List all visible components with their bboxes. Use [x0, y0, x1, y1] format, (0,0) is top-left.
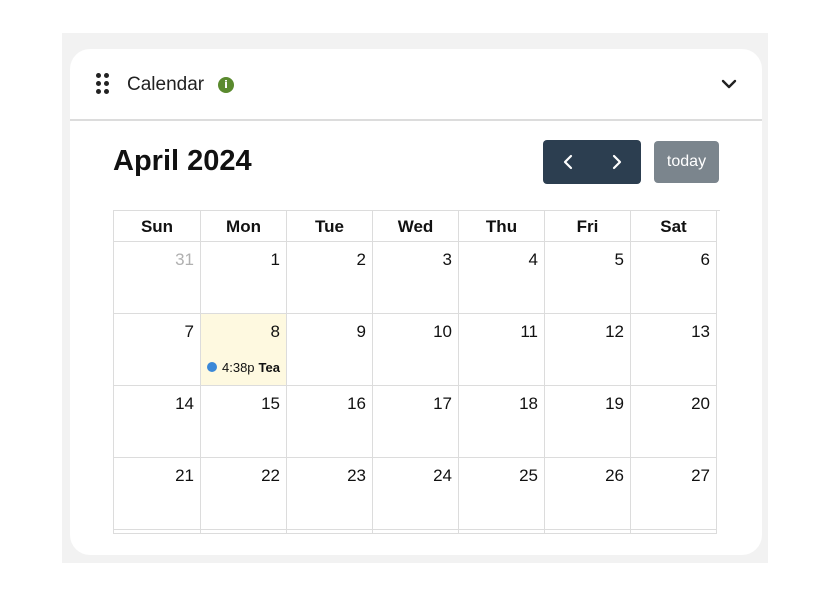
month-nav-group: [543, 140, 641, 184]
day-cell: [201, 530, 287, 534]
weekday-header: Fri: [545, 211, 631, 242]
calendar-month-title: April 2024: [113, 145, 252, 177]
day-number[interactable]: 14: [175, 394, 194, 414]
day-cell[interactable]: 16: [287, 386, 373, 458]
day-cell[interactable]: 25: [459, 458, 545, 530]
chevron-right-icon: [612, 154, 621, 170]
calendar-week-row: 7 8 4:38p Tea 9 10 11 12 13: [114, 314, 720, 386]
event-time: 4:38p: [222, 359, 255, 375]
weekday-header: Tue: [287, 211, 373, 242]
day-cell[interactable]: 21: [114, 458, 201, 530]
chevron-left-icon: [563, 154, 572, 170]
day-number[interactable]: 21: [175, 466, 194, 486]
day-cell: [114, 530, 201, 534]
calendar-week-row: 31 1 2 3 4 5 6: [114, 242, 720, 314]
day-cell[interactable]: 12: [545, 314, 631, 386]
day-cell[interactable]: 23: [287, 458, 373, 530]
day-cell[interactable]: 26: [545, 458, 631, 530]
day-number[interactable]: 27: [691, 466, 710, 486]
day-number[interactable]: 3: [443, 250, 452, 270]
day-number[interactable]: 9: [357, 322, 366, 342]
weekday-header-row: Sun Mon Tue Wed Thu Fri Sat: [114, 211, 720, 242]
day-cell[interactable]: 5: [545, 242, 631, 314]
next-month-button[interactable]: [592, 140, 641, 184]
day-cell[interactable]: 18: [459, 386, 545, 458]
day-number[interactable]: 13: [691, 322, 710, 342]
day-cell[interactable]: 14: [114, 386, 201, 458]
weekday-header: Wed: [373, 211, 459, 242]
day-number[interactable]: 20: [691, 394, 710, 414]
info-icon[interactable]: i: [218, 77, 234, 93]
event-title: Tea: [258, 359, 280, 375]
calendar-event[interactable]: 4:38p Tea: [207, 358, 285, 376]
day-number[interactable]: 24: [433, 466, 452, 486]
day-number[interactable]: 31: [175, 250, 194, 270]
day-cell[interactable]: 22: [201, 458, 287, 530]
day-number[interactable]: 26: [605, 466, 624, 486]
day-cell: [545, 530, 631, 534]
day-number[interactable]: 22: [261, 466, 280, 486]
weekday-header: Sun: [114, 211, 201, 242]
day-cell[interactable]: 9: [287, 314, 373, 386]
day-number[interactable]: 12: [605, 322, 624, 342]
day-cell[interactable]: 24: [373, 458, 459, 530]
weekday-header: Mon: [201, 211, 287, 242]
day-cell[interactable]: 6: [631, 242, 717, 314]
day-cell[interactable]: 10: [373, 314, 459, 386]
day-cell[interactable]: 2: [287, 242, 373, 314]
calendar-week-row: 21 22 23 24 25 26 27: [114, 458, 720, 530]
prev-month-button[interactable]: [543, 140, 592, 184]
day-cell: [287, 530, 373, 534]
day-cell[interactable]: 31: [114, 242, 201, 314]
day-number[interactable]: 16: [347, 394, 366, 414]
day-cell[interactable]: 1: [201, 242, 287, 314]
day-cell[interactable]: 3: [373, 242, 459, 314]
calendar-widget: Calendar i April 2024 today Sun Mon Tue …: [70, 49, 762, 555]
today-button[interactable]: today: [654, 141, 719, 183]
day-cell[interactable]: 13: [631, 314, 717, 386]
widget-header: Calendar i: [70, 49, 762, 121]
calendar-week-row: 14 15 16 17 18 19 20: [114, 386, 720, 458]
day-cell[interactable]: 19: [545, 386, 631, 458]
day-cell: [373, 530, 459, 534]
day-number[interactable]: 2: [357, 250, 366, 270]
day-cell[interactable]: 7: [114, 314, 201, 386]
day-number[interactable]: 1: [271, 250, 280, 270]
weekday-header: Thu: [459, 211, 545, 242]
day-cell: [459, 530, 545, 534]
day-number[interactable]: 6: [701, 250, 710, 270]
day-cell[interactable]: 27: [631, 458, 717, 530]
calendar-grid: Sun Mon Tue Wed Thu Fri Sat 31 1 2 3 4 5 6 7 8 4:…: [113, 210, 720, 534]
day-cell-today[interactable]: 8 4:38p Tea: [201, 314, 287, 386]
day-number[interactable]: 25: [519, 466, 538, 486]
day-number[interactable]: 19: [605, 394, 624, 414]
day-number[interactable]: 4: [529, 250, 538, 270]
day-number[interactable]: 18: [519, 394, 538, 414]
event-dot-icon: [207, 362, 217, 372]
chevron-down-icon[interactable]: [720, 77, 738, 91]
day-number[interactable]: 5: [615, 250, 624, 270]
day-number[interactable]: 11: [520, 322, 538, 342]
day-cell[interactable]: 17: [373, 386, 459, 458]
weekday-header: Sat: [631, 211, 717, 242]
day-number[interactable]: 17: [433, 394, 452, 414]
day-number[interactable]: 23: [347, 466, 366, 486]
day-cell[interactable]: 4: [459, 242, 545, 314]
day-cell[interactable]: 15: [201, 386, 287, 458]
day-number[interactable]: 7: [185, 322, 194, 342]
day-number[interactable]: 8: [271, 322, 280, 342]
drag-handle-icon[interactable]: [96, 73, 110, 95]
day-cell[interactable]: 20: [631, 386, 717, 458]
widget-title: Calendar: [127, 74, 205, 95]
day-cell[interactable]: 11: [459, 314, 545, 386]
day-number[interactable]: 10: [433, 322, 452, 342]
calendar-week-row-partial: [114, 530, 720, 534]
day-cell: [631, 530, 717, 534]
day-number[interactable]: 15: [261, 394, 280, 414]
